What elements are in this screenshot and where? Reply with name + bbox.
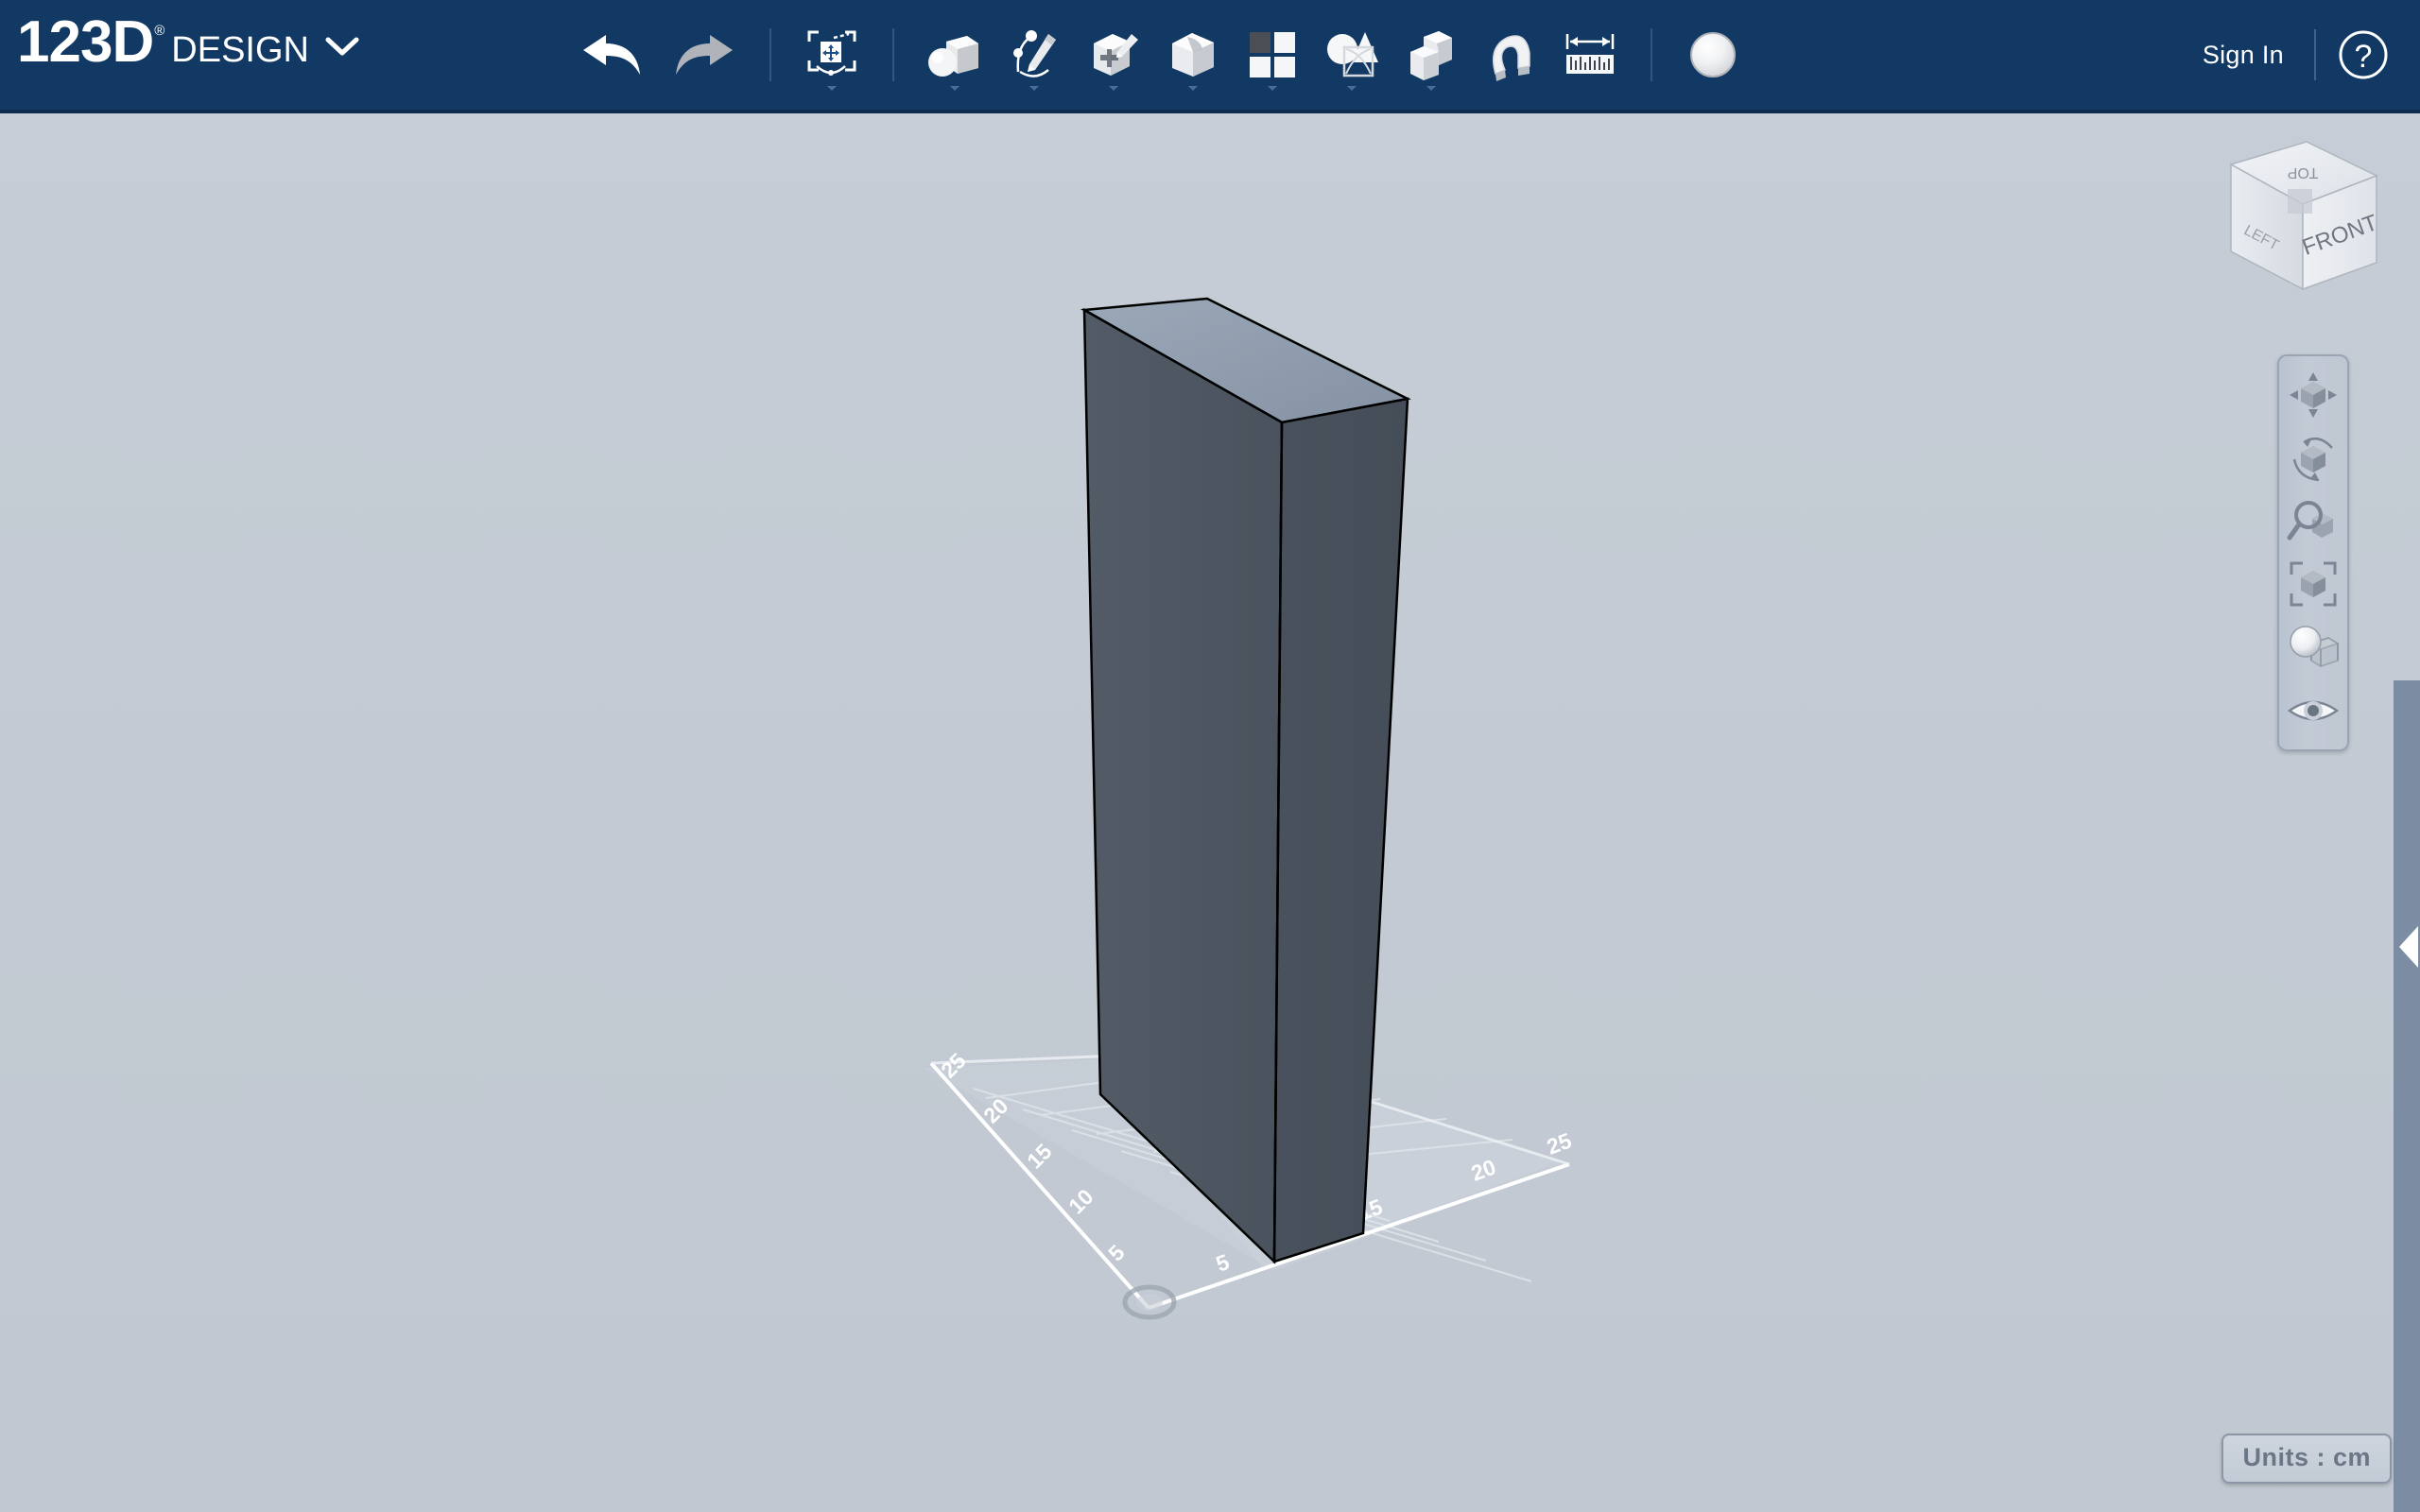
pattern-tool[interactable] [1233,11,1312,98]
logo-text-secondary: DESIGN [171,30,309,70]
topbar-right-group: Sign In ? [2186,0,2397,110]
svg-text:?: ? [2355,39,2373,75]
grouping-tool[interactable] [1312,11,1392,98]
topbar-right-divider [2314,29,2316,80]
side-panel-strip[interactable] [2394,680,2420,1512]
transform-tool[interactable] [792,11,872,98]
pan-button[interactable] [2282,365,2344,425]
dropdown-caret-icon [1109,86,1118,91]
combine-tool[interactable] [1392,11,1471,98]
tool-strip [567,0,1753,110]
app-logo[interactable]: 123D ® DESIGN [17,13,360,89]
sign-in-button[interactable]: Sign In [2186,41,2301,70]
dropdown-caret-icon [827,86,837,91]
modify-tool[interactable] [1153,11,1233,98]
question-mark-circle-icon[interactable]: ? [2329,28,2397,81]
dropdown-caret-icon [1426,86,1436,91]
dropdown-caret-icon [1268,86,1277,91]
measure-tool[interactable] [1550,11,1630,98]
top-toolbar: 123D ® DESIGN Sign In ? [0,0,2420,113]
view-cube[interactable]: TOP LEFT FRONT [2204,121,2403,310]
undo-button[interactable] [567,11,658,98]
redo-button[interactable] [658,11,749,98]
dropdown-caret-icon [950,86,959,91]
orbit-button[interactable] [2282,428,2344,489]
box-solid[interactable] [1080,297,1411,1264]
dropdown-caret-icon [1347,86,1357,91]
sketch-tool[interactable] [994,11,1074,98]
construct-tool[interactable] [1074,11,1153,98]
logo-registered-mark: ® [154,23,165,39]
3d-scene: 25 20 15 10 5 5 15 20 25 [925,297,1575,1320]
logo-text-primary: 123D [17,9,154,75]
dropdown-caret-icon [1029,86,1039,91]
toolbar-divider [892,28,894,81]
chevron-down-icon[interactable] [324,35,360,62]
units-button[interactable]: Units : cm [2221,1434,2392,1484]
3d-viewport[interactable]: 25 20 15 10 5 5 15 20 25 TOP LEFT FRONT … [0,113,2420,1512]
svg-text:15: 15 [1022,1139,1057,1174]
viewcube-top-label: TOP [2288,164,2319,180]
svg-text:25: 25 [1544,1127,1575,1159]
snap-tool[interactable] [1471,11,1550,98]
collapse-panel-triangle-icon[interactable] [2399,926,2418,968]
app-root: 123D ® DESIGN Sign In ? 25 20 15 10 5 5 … [0,0,2420,1512]
display-mode-button[interactable] [2282,617,2344,678]
navigation-toolbar [2277,354,2349,751]
fit-button[interactable] [2282,554,2344,614]
visibility-button[interactable] [2282,680,2344,741]
dropdown-caret-icon [1188,86,1198,91]
zoom-button[interactable] [2282,491,2344,552]
toolbar-divider [769,28,771,81]
toolbar-divider [1651,28,1652,81]
material-tool[interactable] [1673,11,1753,98]
svg-text:5: 5 [1213,1249,1233,1277]
svg-text:10: 10 [1063,1184,1098,1218]
primitives-tool[interactable] [915,11,994,98]
